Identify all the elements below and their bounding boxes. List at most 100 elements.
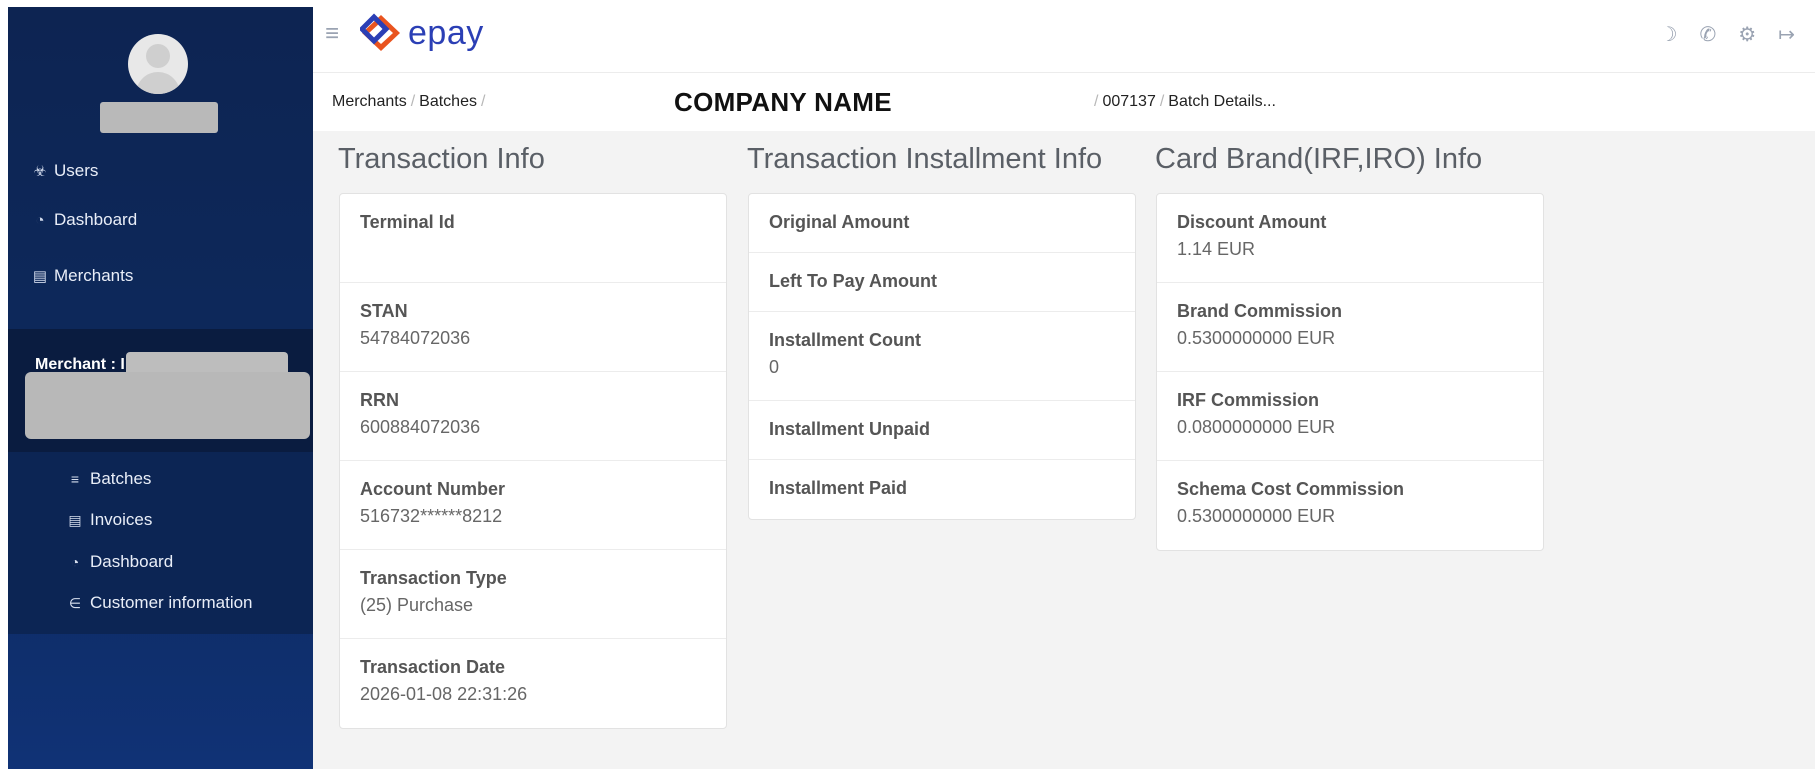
sidebar-item-label: Dashboard [90, 552, 174, 571]
row-value: (25) Purchase [360, 595, 474, 615]
sidebar-item-label: Batches [90, 469, 152, 488]
breadcrumb-separator: / [480, 93, 486, 110]
dashboard-icon: ◔ [70, 554, 80, 570]
row-label: RRN [360, 390, 399, 410]
sidebar-item-merchants[interactable]: ▤ Merchants [32, 266, 133, 286]
row-label: Account Number [360, 479, 506, 499]
company-name: COMPANY NAME [674, 87, 892, 117]
sidebar: ☣ Users ◔ Dashboard ▤ Merchants Merchant… [8, 7, 313, 769]
epay-logo[interactable]: epay [360, 13, 484, 53]
top-bar: ≡ epay ☽ ✆ ⚙ ↦ [313, 0, 1815, 71]
row-value: 0.5300000000 EUR [1177, 506, 1336, 526]
breadcrumb-path-end: /007137/Batch Details... [1090, 93, 1276, 111]
sidebar-item-label: Invoices [90, 510, 153, 529]
row-value [769, 440, 1115, 446]
row-value [360, 233, 706, 239]
sidebar-item-label: Merchants [54, 266, 134, 285]
breadcrumb: Merchants / Batches / COMPANY NAME /007137/… [313, 72, 1815, 132]
hamburger-menu-icon[interactable]: ≡ [325, 20, 339, 48]
invoices-icon: ▤ [68, 511, 82, 528]
avatar-body-shape [136, 72, 180, 94]
breadcrumb-separator: / [410, 93, 416, 110]
settings-icon[interactable]: ⚙ [1738, 22, 1756, 47]
breadcrumb-current: Batch Details... [1168, 93, 1276, 110]
sidebar-item-customer-information[interactable]: ∈ Customer information [68, 593, 253, 613]
row-label: Transaction Date [360, 657, 506, 677]
avatar[interactable] [128, 34, 188, 94]
info-row-irf-commission: IRF Commission 0.0800000000 EUR [1157, 372, 1543, 461]
breadcrumb-separator: / [1094, 93, 1099, 110]
row-label: Discount Amount [1177, 212, 1327, 232]
row-label: Installment Unpaid [769, 419, 931, 439]
row-value: 0.0800000000 EUR [1177, 417, 1336, 437]
row-value: 54784072036 [360, 328, 471, 348]
installment-info-card: Original Amount Left To Pay Amount Insta… [748, 193, 1136, 520]
info-row-account-number: Account Number 516732******8212 [340, 461, 726, 550]
section-title-transaction-info: Transaction Info [338, 143, 545, 175]
breadcrumb-separator: / [1159, 93, 1165, 110]
customer-icon: ∈ [68, 594, 82, 611]
top-icons: ☽ ✆ ⚙ ↦ [1660, 22, 1795, 47]
info-row-original-amount: Original Amount [749, 194, 1135, 253]
sidebar-item-dashboard[interactable]: ◔ Dashboard [32, 210, 137, 230]
row-value [769, 292, 1115, 298]
row-label: Installment Paid [769, 478, 908, 498]
row-label: Installment Count [769, 330, 921, 350]
users-icon: ☣ [33, 163, 47, 180]
dashboard-icon: ◔ [35, 211, 45, 229]
row-value: 0.5300000000 EUR [1177, 328, 1336, 348]
row-label: Terminal Id [360, 212, 455, 232]
sidebar-item-merchant-dashboard[interactable]: ◔ Dashboard [68, 552, 173, 572]
info-row-discount-amount: Discount Amount 1.14 EUR [1157, 194, 1543, 283]
row-value: 516732******8212 [360, 506, 503, 526]
row-value: 0 [769, 357, 780, 377]
row-label: STAN [360, 301, 408, 321]
phone-icon[interactable]: ✆ [1700, 22, 1717, 47]
merchants-icon: ▤ [32, 268, 48, 285]
section-title-card-brand-info: Card Brand(IRF,IRO) Info [1155, 143, 1483, 175]
info-row-stan: STAN 54784072036 [340, 283, 726, 372]
logout-icon[interactable]: ↦ [1778, 22, 1795, 47]
sidebar-item-invoices[interactable]: ▤ Invoices [68, 510, 152, 530]
row-label: Left To Pay Amount [769, 271, 937, 291]
sidebar-item-label: Customer information [90, 593, 253, 612]
breadcrumb-merchants[interactable]: Merchants [332, 93, 407, 110]
row-value: 2026-01-08 22:31:26 [360, 684, 528, 704]
info-row-transaction-date: Transaction Date 2026-01-08 22:31:26 [340, 639, 726, 728]
info-row-installment-paid: Installment Paid [749, 460, 1135, 519]
merchant-details-redacted [25, 372, 310, 439]
sidebar-item-label: Dashboard [54, 210, 138, 229]
info-row-brand-commission: Brand Commission 0.5300000000 EUR [1157, 283, 1543, 372]
row-value: 600884072036 [360, 417, 481, 437]
breadcrumb-batch-id[interactable]: 007137 [1102, 93, 1155, 110]
main-content: Transaction Info Terminal Id STAN 547840… [313, 131, 1815, 769]
info-row-installment-count: Installment Count 0 [749, 312, 1135, 401]
row-value [769, 233, 1115, 239]
row-label: Transaction Type [360, 568, 507, 588]
breadcrumb-batches[interactable]: Batches [419, 93, 477, 110]
sidebar-item-users[interactable]: ☣ Users [32, 161, 98, 181]
info-row-terminal-id: Terminal Id [340, 194, 726, 283]
batches-icon: ≡ [70, 471, 80, 487]
sidebar-item-label: Users [54, 161, 99, 180]
row-label: Schema Cost Commission [1177, 479, 1405, 499]
info-row-installment-unpaid: Installment Unpaid [749, 401, 1135, 460]
moon-icon[interactable]: ☽ [1660, 22, 1678, 47]
transaction-info-card: Terminal Id STAN 54784072036 RRN 6008840… [339, 193, 727, 729]
logo-text: epay [408, 13, 484, 52]
row-label: Brand Commission [1177, 301, 1343, 321]
info-row-left-to-pay: Left To Pay Amount [749, 253, 1135, 312]
info-row-transaction-type: Transaction Type (25) Purchase [340, 550, 726, 639]
info-row-rrn: RRN 600884072036 [340, 372, 726, 461]
section-title-installment-info: Transaction Installment Info [747, 143, 1103, 175]
username-redacted [100, 102, 218, 133]
avatar-head-shape [146, 44, 170, 68]
row-value: 1.14 EUR [1177, 239, 1256, 259]
epay-logo-icon [360, 13, 400, 51]
row-label: IRF Commission [1177, 390, 1320, 410]
row-label: Original Amount [769, 212, 910, 232]
row-value [769, 499, 1115, 505]
breadcrumb-path: Merchants / Batches / [332, 93, 489, 111]
info-row-schema-cost-commission: Schema Cost Commission 0.5300000000 EUR [1157, 461, 1543, 550]
sidebar-item-batches[interactable]: ≡ Batches [68, 469, 152, 489]
